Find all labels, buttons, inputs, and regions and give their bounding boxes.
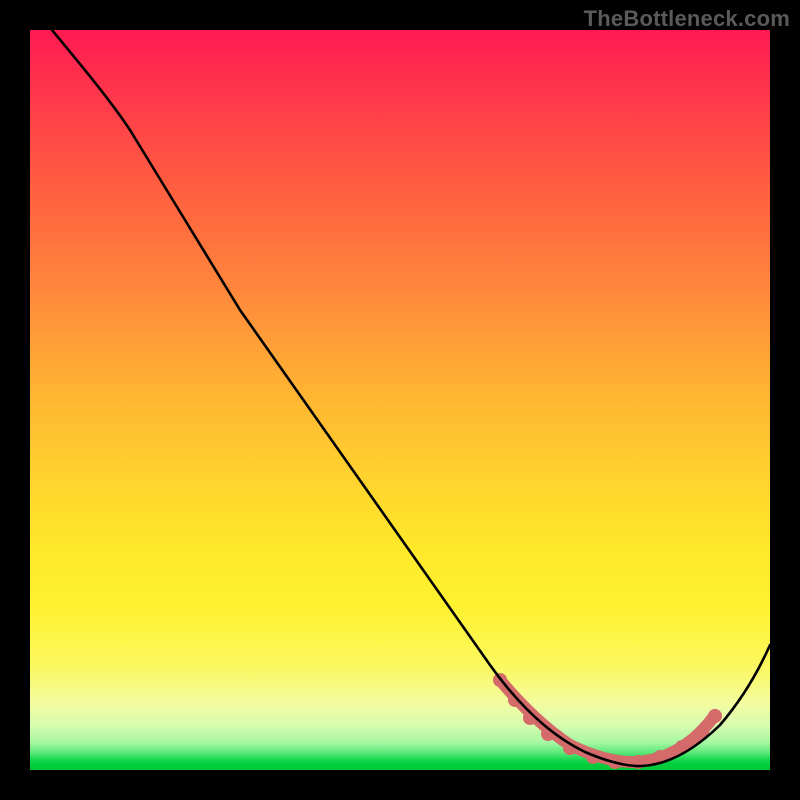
bottleneck-curve-path — [52, 30, 770, 766]
chart-frame: TheBottleneck.com — [0, 0, 800, 800]
marker-dot — [708, 709, 722, 723]
plot-area — [30, 30, 770, 770]
watermark-text: TheBottleneck.com — [584, 6, 790, 32]
bottleneck-chart — [30, 30, 770, 770]
